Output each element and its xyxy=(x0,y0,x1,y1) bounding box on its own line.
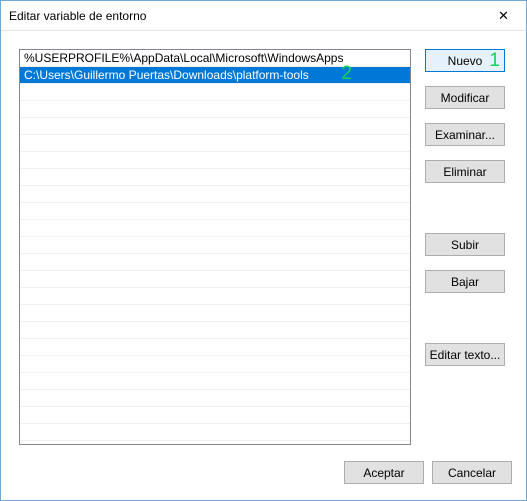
list-item-empty[interactable] xyxy=(20,407,410,424)
list-item-selected[interactable]: C:\Users\Guillermo Puertas\Downloads\pla… xyxy=(20,67,410,84)
list-item-text: %USERPROFILE%\AppData\Local\Microsoft\Wi… xyxy=(24,51,343,65)
list-item-empty[interactable] xyxy=(20,203,410,220)
delete-button[interactable]: Eliminar xyxy=(425,160,505,183)
button-label: Modificar xyxy=(441,91,490,105)
path-listbox[interactable]: %USERPROFILE%\AppData\Local\Microsoft\Wi… xyxy=(19,49,411,445)
list-item-empty[interactable] xyxy=(20,152,410,169)
button-label: Nuevo xyxy=(448,54,483,68)
list-item-empty[interactable] xyxy=(20,305,410,322)
list-item[interactable]: %USERPROFILE%\AppData\Local\Microsoft\Wi… xyxy=(20,50,410,67)
button-label: Examinar... xyxy=(435,128,495,142)
button-label: Editar texto... xyxy=(430,348,501,362)
button-label: Eliminar xyxy=(443,165,486,179)
titlebar: Editar variable de entorno ✕ xyxy=(1,1,526,31)
list-item-empty[interactable] xyxy=(20,271,410,288)
cancel-button[interactable]: Cancelar xyxy=(432,461,512,484)
new-button[interactable]: Nuevo 1 xyxy=(425,49,505,72)
list-item-empty[interactable] xyxy=(20,390,410,407)
move-down-button[interactable]: Bajar xyxy=(425,270,505,293)
button-label: Bajar xyxy=(451,275,479,289)
list-item-empty[interactable] xyxy=(20,118,410,135)
close-button[interactable]: ✕ xyxy=(481,1,526,30)
list-item-empty[interactable] xyxy=(20,186,410,203)
list-item-empty[interactable] xyxy=(20,288,410,305)
list-item-empty[interactable] xyxy=(20,169,410,186)
button-label: Aceptar xyxy=(363,466,404,480)
list-item-empty[interactable] xyxy=(20,356,410,373)
move-up-button[interactable]: Subir xyxy=(425,233,505,256)
button-label: Subir xyxy=(451,238,479,252)
ok-button[interactable]: Aceptar xyxy=(344,461,424,484)
annotation-marker-1: 1 xyxy=(489,50,500,72)
list-item-empty[interactable] xyxy=(20,220,410,237)
list-item-empty[interactable] xyxy=(20,339,410,356)
close-icon: ✕ xyxy=(498,8,509,24)
list-item-empty[interactable] xyxy=(20,322,410,339)
list-item-empty[interactable] xyxy=(20,237,410,254)
list-item-empty[interactable] xyxy=(20,84,410,101)
window-title: Editar variable de entorno xyxy=(9,9,146,23)
list-item-empty[interactable] xyxy=(20,254,410,271)
button-sidebar: Nuevo 1 Modificar Examinar... Eliminar S… xyxy=(425,49,505,451)
list-item-empty[interactable] xyxy=(20,424,410,441)
modify-button[interactable]: Modificar xyxy=(425,86,505,109)
edit-text-button[interactable]: Editar texto... xyxy=(425,343,505,366)
content-area: %USERPROFILE%\AppData\Local\Microsoft\Wi… xyxy=(1,31,526,461)
dialog-footer: Aceptar Cancelar xyxy=(1,461,526,500)
list-item-empty[interactable] xyxy=(20,135,410,152)
list-item-text: C:\Users\Guillermo Puertas\Downloads\pla… xyxy=(24,68,309,82)
annotation-marker-2: 2 xyxy=(341,65,352,82)
button-label: Cancelar xyxy=(448,466,496,480)
list-item-empty[interactable] xyxy=(20,101,410,118)
browse-button[interactable]: Examinar... xyxy=(425,123,505,146)
list-item-empty[interactable] xyxy=(20,373,410,390)
dialog-window: Editar variable de entorno ✕ %USERPROFIL… xyxy=(0,0,527,501)
